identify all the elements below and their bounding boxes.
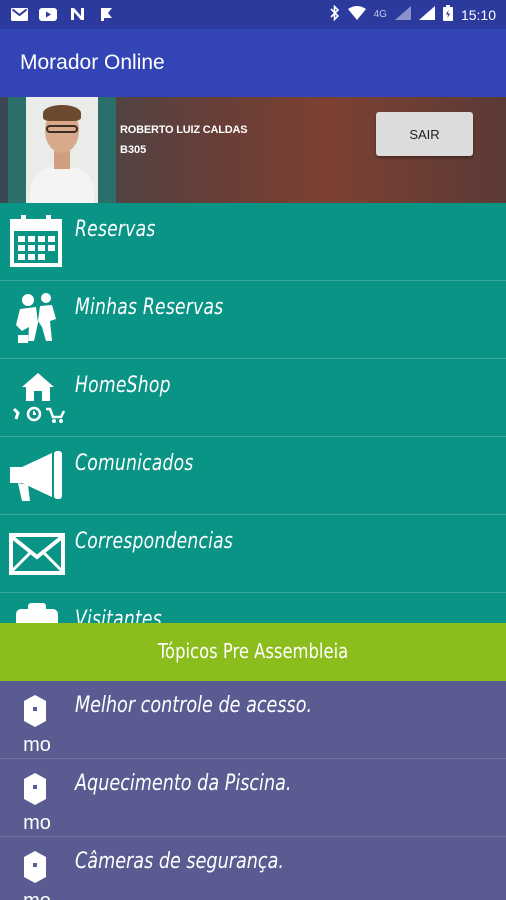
status-bar: 4G 15:10 xyxy=(0,0,506,29)
menu-item-homeshop[interactable]: HomeShop xyxy=(0,359,506,437)
envelope-icon xyxy=(8,525,68,583)
people-icon xyxy=(8,291,68,349)
signal-icon xyxy=(394,6,411,23)
menu-item-correspondencias[interactable]: Correspondencias xyxy=(0,515,506,593)
topic-label: Melhor controle de acesso. xyxy=(75,693,313,718)
gmail-icon xyxy=(10,6,28,22)
mo-logo-icon: mo xyxy=(16,849,58,900)
mo-logo-icon: mo xyxy=(16,771,58,834)
menu-item-comunicados[interactable]: Comunicados xyxy=(0,437,506,515)
app-bar: Morador Online xyxy=(0,29,506,97)
flag-icon xyxy=(97,6,115,22)
user-name: ROBERTO LUIZ CALDAS xyxy=(120,124,248,136)
topic-item[interactable]: mo Câmeras de segurança. xyxy=(0,837,506,900)
megaphone-icon xyxy=(8,447,68,505)
clock: 15:10 xyxy=(460,6,496,23)
network-type: 4G xyxy=(373,9,387,20)
wifi-icon xyxy=(347,6,366,23)
svg-text:mo: mo xyxy=(23,734,51,755)
svg-text:mo: mo xyxy=(23,890,51,900)
topic-item[interactable]: mo Melhor controle de acesso. xyxy=(0,681,506,759)
svg-text:mo: mo xyxy=(23,812,51,833)
visitor-icon xyxy=(8,603,68,623)
topics-banner: Tópicos Pre Assembleia xyxy=(0,623,506,681)
user-unit: B305 xyxy=(120,144,147,156)
menu-item-minhas-reservas[interactable]: Minhas Reservas xyxy=(0,281,506,359)
menu-item-visitantes[interactable]: Visitantes xyxy=(0,593,506,623)
home-shop-icon xyxy=(8,369,68,427)
menu-label: HomeShop xyxy=(75,373,171,398)
topic-item[interactable]: mo Aquecimento da Piscina. xyxy=(0,759,506,837)
signal-icon-2 xyxy=(418,6,435,23)
banner-title: Tópicos Pre Assembleia xyxy=(157,639,349,663)
n-icon xyxy=(68,6,86,22)
menu-label: Reservas xyxy=(75,217,156,242)
topic-label: Aquecimento da Piscina. xyxy=(75,771,292,796)
avatar xyxy=(8,97,116,203)
calendar-icon xyxy=(8,213,68,271)
app-title: Morador Online xyxy=(20,51,165,74)
battery-icon xyxy=(442,5,453,24)
topic-label: Câmeras de segurança. xyxy=(75,849,284,874)
menu-label: Correspondencias xyxy=(75,529,234,554)
menu-label: Comunicados xyxy=(75,451,194,476)
topics-list: mo Melhor controle de acesso. mo Aquecim… xyxy=(0,681,506,900)
youtube-icon xyxy=(39,6,57,22)
logout-button[interactable]: SAIR xyxy=(376,112,473,156)
menu-label: Visitantes xyxy=(75,607,162,623)
mo-logo-icon: mo xyxy=(16,693,58,756)
bluetooth-icon xyxy=(330,4,340,24)
menu-label: Minhas Reservas xyxy=(75,295,224,320)
main-menu: Reservas Minhas Reservas HomeShop Comuni… xyxy=(0,203,506,623)
menu-item-reservas[interactable]: Reservas xyxy=(0,203,506,281)
